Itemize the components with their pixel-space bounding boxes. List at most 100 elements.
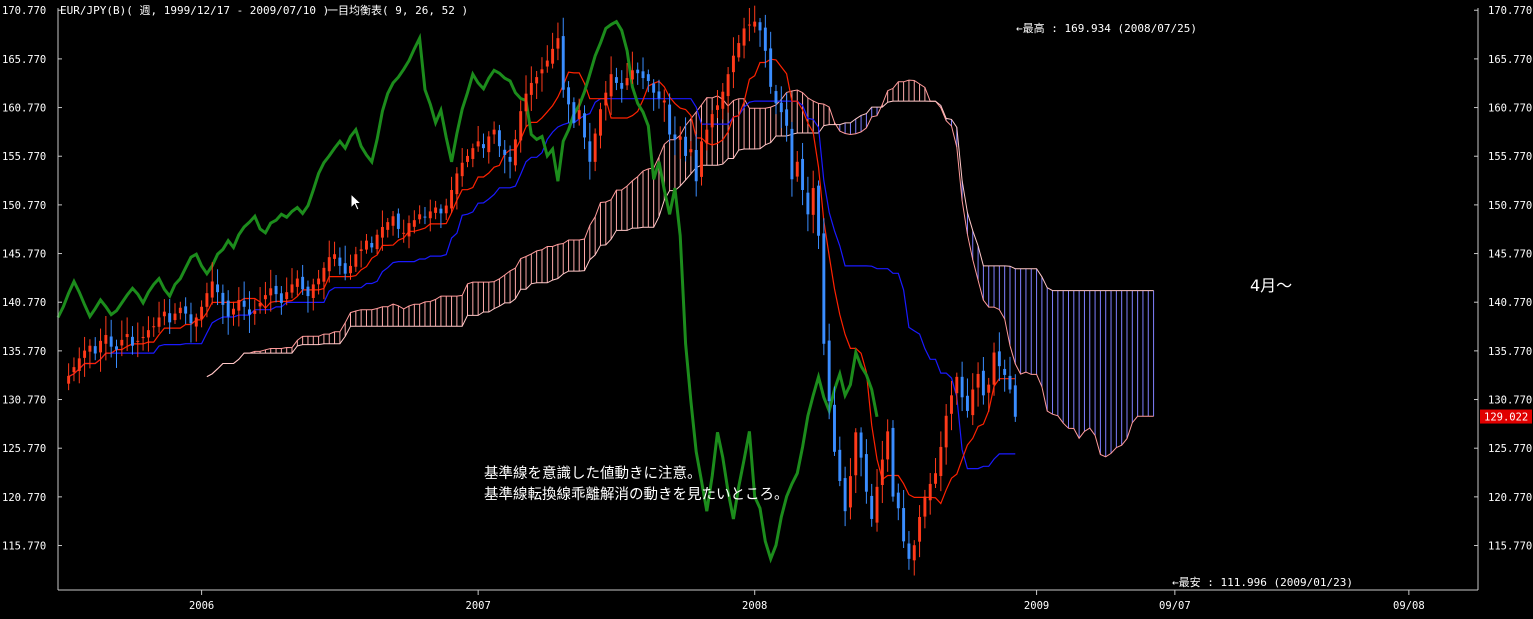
candle-up [402,232,406,234]
candle-up [625,78,629,86]
candle-down [646,74,650,81]
candle-up [556,38,560,49]
low-annotation: ←最安 : 111.996 (2009/01/23) [1172,576,1353,589]
candle-up [333,254,337,259]
candle-down [960,376,964,398]
candle-up [599,109,602,136]
candle-up [466,155,469,162]
candle-up [253,310,257,314]
candle-up [726,74,730,97]
candle-down [583,113,586,138]
candle-up [232,308,235,315]
candle-up [77,358,81,372]
candle-up [524,93,528,112]
candle-up [295,278,299,287]
x-tick-label: 09/07 [1159,600,1191,612]
candle-up [375,234,379,250]
candle-up [88,345,92,352]
candle-down [965,395,969,411]
candle-up [705,129,709,144]
candle-up [136,340,140,342]
candle-up [700,141,703,177]
candle-down [189,314,193,324]
candle-up [460,162,464,177]
y-tick-label-right: 155.770 [1488,151,1532,163]
candle-up [317,278,321,285]
candle-up [880,459,884,485]
y-tick-label-right: 135.770 [1488,346,1532,358]
candle-down [370,243,374,248]
candle-up [721,91,725,109]
candle-down [785,109,789,126]
candle-up [535,77,539,84]
ichimoku-chart: 170.770 170.770 165.770 165.770 160.770 160.7… [2,5,1532,612]
candle-down [694,149,698,182]
candle-down [1013,385,1017,417]
candle-down [652,83,656,93]
candle-up [104,335,108,344]
candle-down [423,216,427,218]
candle-up [412,220,416,227]
candle-up [545,60,549,67]
note-line-2: 基準線転換線乖離解消の動きを見たいところ。 [484,487,789,503]
candle-up [285,292,289,300]
candle-up [210,281,214,298]
april-label: 4月～ [1250,276,1293,295]
candle-up [630,70,634,80]
candle-down [109,336,113,347]
y-tick-label-right: 145.770 [1488,249,1532,261]
candle-up [311,284,315,298]
candle-up [290,284,294,293]
candle-down [806,192,810,215]
candle-up [263,295,267,300]
candle-down [168,313,172,323]
candle-up [928,483,932,501]
candle-down [870,495,874,519]
candle-up [162,311,166,317]
candle-down [673,134,677,140]
candle-up [604,92,608,106]
x-tick-label: 2009 [1024,600,1049,612]
candle-up [141,336,145,339]
candle-up [737,43,741,58]
candle-up [471,148,475,159]
candle-down [614,77,618,83]
candle-up [689,149,693,153]
y-tick-label-right: 150.770 [1488,200,1532,212]
y-tick-label-left: 115.770 [2,541,46,553]
candle-down [184,306,188,314]
candle-down [588,141,592,162]
y-tick-label-left: 145.770 [2,249,46,261]
candle-down [843,478,847,512]
candle-down [822,233,826,344]
candle-down [274,285,278,295]
candle-down [907,543,911,559]
mouse-cursor-icon [350,193,362,211]
x-tick-label: 2007 [466,600,491,612]
candle-up [609,74,613,97]
candle-down [567,87,571,105]
candle-up [359,249,363,251]
candle-down [997,351,1001,367]
candle-up [178,307,182,314]
y-tick-label-right: 130.770 [1488,395,1532,407]
candle-up [407,223,411,237]
candle-up [327,257,331,272]
candle-down [817,185,820,236]
y-tick-label-right: 165.770 [1488,54,1532,66]
candle-up [476,141,480,147]
candle-up [955,376,959,394]
candle-down [508,156,512,162]
candle-down [242,300,246,307]
candle-up [455,173,459,195]
note-line-1: 基準線を意識した値動きに注意。 [484,466,702,482]
candle-up [386,222,390,230]
y-tick-label-left: 125.770 [2,443,46,455]
candle-up [237,299,241,311]
candle-down [561,36,565,90]
candle-up [519,111,523,141]
candle-up [322,267,326,282]
candle-down [833,404,836,452]
candle-up [971,389,975,416]
candle-down [763,27,767,51]
